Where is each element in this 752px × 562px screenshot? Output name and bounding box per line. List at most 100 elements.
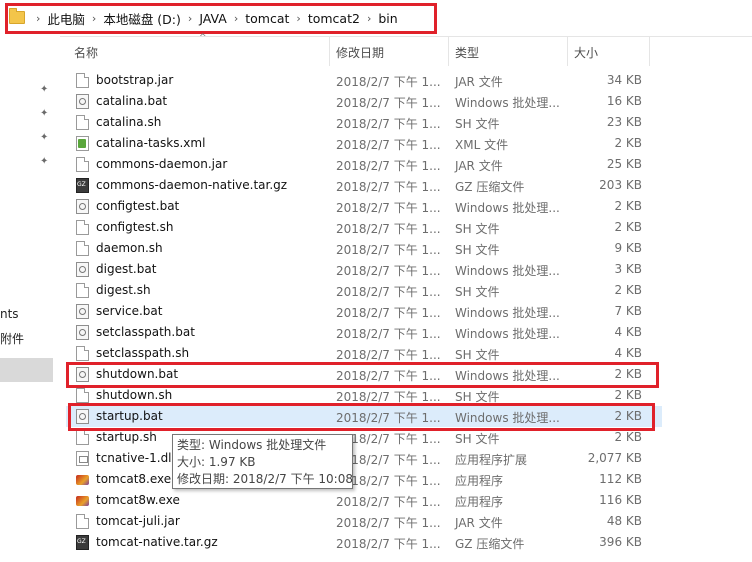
breadcrumb-local-disk-d[interactable]: 本地磁盘 (D:) <box>103 9 181 28</box>
breadcrumb-tomcat[interactable]: tomcat <box>245 11 289 26</box>
file-modified: 2018/2/7 下午 1... <box>336 306 441 320</box>
file-row[interactable]: bootstrap.jar 2018/2/7 下午 1... JAR 文件 34 KB <box>66 70 662 91</box>
column-divider[interactable] <box>649 36 650 66</box>
file-type: SH 文件 <box>455 285 500 299</box>
file-row[interactable]: tomcat8.exe 2018/2/7 下午 1... 应用程序 112 KB <box>66 469 662 490</box>
column-divider[interactable] <box>329 36 330 66</box>
file-modified: 2018/2/7 下午 1... <box>336 159 441 173</box>
file-name: catalina.sh <box>96 115 162 129</box>
file-name: tomcat8w.exe <box>96 493 180 507</box>
file-size: 4 KB <box>614 346 642 360</box>
file-row[interactable]: startup.bat 2018/2/7 下午 1... Windows 批处理..… <box>66 406 662 427</box>
file-modified: 2018/2/7 下午 1... <box>336 285 441 299</box>
file-name: tcnative-1.dll <box>96 451 175 465</box>
pin-icon[interactable]: ✦ <box>40 133 48 143</box>
file-type: Windows 批处理... <box>455 411 560 425</box>
file-size: 23 KB <box>606 115 642 129</box>
file-row[interactable]: commons-daemon.jar 2018/2/7 下午 1... JAR 文件… <box>66 154 662 175</box>
file-row[interactable]: configtest.sh 2018/2/7 下午 1... SH 文件 2 KB <box>66 217 662 238</box>
file-modified: 2018/2/7 下午 1... <box>336 138 441 152</box>
file-row[interactable]: catalina.bat 2018/2/7 下午 1... Windows 批处理.… <box>66 91 662 112</box>
file-row[interactable]: digest.sh 2018/2/7 下午 1... SH 文件 2 KB <box>66 280 662 301</box>
column-header-name[interactable]: 名称 <box>74 44 98 61</box>
sort-ascending-icon: ^ <box>199 33 207 43</box>
folder-icon <box>9 8 25 24</box>
file-type: XML 文件 <box>455 138 509 152</box>
file-row[interactable]: tomcat-native.tar.gz 2018/2/7 下午 1... GZ 压… <box>66 532 662 553</box>
exe-icon <box>76 472 89 487</box>
file-icon <box>76 283 89 298</box>
file-icon <box>76 388 89 403</box>
file-modified: 2018/2/7 下午 1... <box>336 96 441 110</box>
file-size: 9 KB <box>614 241 642 255</box>
file-name: shutdown.sh <box>96 388 173 402</box>
file-row[interactable]: setclasspath.sh 2018/2/7 下午 1... SH 文件 4 KB <box>66 343 662 364</box>
file-modified: 2018/2/7 下午 1... <box>336 516 441 530</box>
breadcrumb-this-pc[interactable]: 此电脑 <box>47 9 85 28</box>
breadcrumb-bin[interactable]: bin <box>378 11 397 26</box>
file-row[interactable]: commons-daemon-native.tar.gz 2018/2/7 下午 … <box>66 175 662 196</box>
exe-icon <box>76 493 89 508</box>
file-size: 203 KB <box>599 178 642 192</box>
file-row[interactable]: service.bat 2018/2/7 下午 1... Windows 批处理..… <box>66 301 662 322</box>
file-modified: 2018/2/7 下午 1... <box>336 348 441 362</box>
column-header-modified[interactable]: 修改日期 <box>336 44 384 61</box>
file-row[interactable]: tomcat-juli.jar 2018/2/7 下午 1... JAR 文件 48 … <box>66 511 662 532</box>
nav-item-partial[interactable]: 附件 <box>0 330 24 347</box>
file-type: SH 文件 <box>455 243 500 257</box>
file-name: setclasspath.bat <box>96 325 195 339</box>
pin-icon[interactable]: ✦ <box>40 157 48 167</box>
file-name: bootstrap.jar <box>96 73 174 87</box>
column-header-type[interactable]: 类型 <box>455 44 479 61</box>
bat-icon <box>76 409 89 424</box>
file-size: 2 KB <box>614 220 642 234</box>
file-type: JAR 文件 <box>455 75 503 89</box>
file-size: 2 KB <box>614 388 642 402</box>
file-type: GZ 压缩文件 <box>455 180 525 194</box>
chevron-right-icon: › <box>296 11 301 25</box>
file-name: configtest.sh <box>96 220 174 234</box>
pin-icon[interactable]: ✦ <box>40 109 48 119</box>
nav-item-partial[interactable]: nts <box>0 307 19 321</box>
file-size: 3 KB <box>614 262 642 276</box>
file-row[interactable]: startup.sh 2018/2/7 下午 1... SH 文件 2 KB <box>66 427 662 448</box>
file-row[interactable]: setclasspath.bat 2018/2/7 下午 1... Windows … <box>66 322 662 343</box>
pin-icon[interactable]: ✦ <box>40 85 48 95</box>
breadcrumb-java[interactable]: JAVA <box>199 11 227 26</box>
file-name: service.bat <box>96 304 163 318</box>
nav-item-selected[interactable] <box>0 358 53 382</box>
column-header-size[interactable]: 大小 <box>574 44 598 61</box>
file-row[interactable]: tcnative-1.dll 2018/2/7 下午 1... 应用程序扩展 2,07… <box>66 448 662 469</box>
file-row[interactable]: shutdown.bat 2018/2/7 下午 1... Windows 批处理.… <box>66 364 662 385</box>
gz-icon <box>76 178 89 193</box>
file-type: Windows 批处理... <box>455 201 560 215</box>
file-row[interactable]: daemon.sh 2018/2/7 下午 1... SH 文件 9 KB <box>66 238 662 259</box>
file-size: 2 KB <box>614 430 642 444</box>
bat-icon <box>76 94 89 109</box>
file-name: commons-daemon-native.tar.gz <box>96 178 288 192</box>
file-row[interactable]: digest.bat 2018/2/7 下午 1... Windows 批处理...… <box>66 259 662 280</box>
bat-icon <box>76 304 89 319</box>
tooltip-size: 大小: 1.97 KB <box>177 455 256 469</box>
xml-icon <box>76 136 89 151</box>
file-row[interactable]: shutdown.sh 2018/2/7 下午 1... SH 文件 2 KB <box>66 385 662 406</box>
file-row[interactable]: catalina.sh 2018/2/7 下午 1... SH 文件 23 KB <box>66 112 662 133</box>
file-icon <box>76 157 89 172</box>
file-icon <box>76 220 89 235</box>
tooltip-modified: 修改日期: 2018/2/7 下午 10:08 <box>177 472 353 486</box>
file-modified: 2018/2/7 下午 1... <box>336 327 441 341</box>
file-row[interactable]: catalina-tasks.xml 2018/2/7 下午 1... XML 文件… <box>66 133 662 154</box>
file-modified: 2018/2/7 下午 1... <box>336 369 441 383</box>
file-row[interactable]: configtest.bat 2018/2/7 下午 1... Windows 批处… <box>66 196 662 217</box>
tooltip-type: 类型: Windows 批处理文件 <box>177 438 327 452</box>
breadcrumb-tomcat2[interactable]: tomcat2 <box>308 11 360 26</box>
file-modified: 2018/2/7 下午 1... <box>336 180 441 194</box>
file-name: tomcat-juli.jar <box>96 514 180 528</box>
file-size: 2 KB <box>614 199 642 213</box>
column-divider[interactable] <box>567 36 568 66</box>
column-divider[interactable] <box>448 36 449 66</box>
address-bar[interactable]: › 此电脑 › 本地磁盘 (D:) › JAVA › tomcat › tomc… <box>0 0 752 37</box>
file-name: startup.sh <box>96 430 157 444</box>
file-row[interactable]: tomcat8w.exe 2018/2/7 下午 1... 应用程序 116 KB <box>66 490 662 511</box>
file-type: JAR 文件 <box>455 516 503 530</box>
